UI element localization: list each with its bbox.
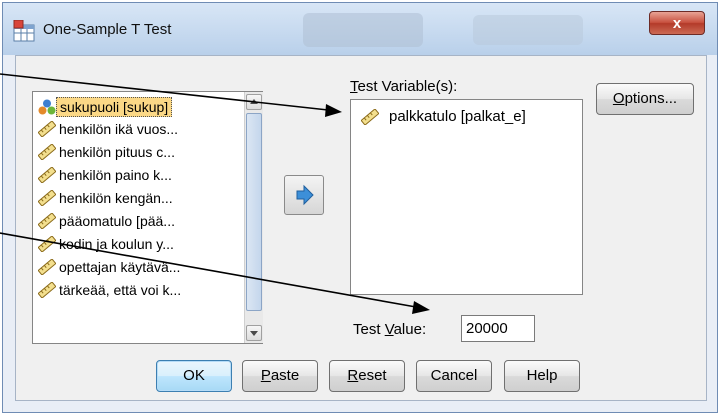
- spss-app-icon: [13, 20, 35, 42]
- list-item-label: kodin ja koulun y...: [59, 236, 174, 252]
- move-to-test-variables-button[interactable]: [284, 175, 324, 215]
- right-arrow-icon: [296, 184, 314, 206]
- list-item-label: henkilön pituus c...: [59, 144, 175, 160]
- reset-button[interactable]: Reset: [329, 360, 405, 392]
- window-title: One-Sample T Test: [43, 21, 172, 38]
- scale-ruler-icon: [38, 121, 56, 137]
- list-item-label: palkkatulo [palkat_e]: [389, 108, 526, 125]
- test-variables-list[interactable]: palkkatulo [palkat_e]: [350, 99, 583, 295]
- list-item[interactable]: kodin ja koulun y...: [35, 234, 245, 254]
- scale-ruler-icon: [38, 236, 56, 252]
- scale-ruler-icon: [38, 167, 56, 183]
- title-bar: One-Sample T Test x: [3, 3, 717, 55]
- chevron-up-icon: [250, 99, 258, 104]
- nominal-variable-icon: [38, 99, 56, 115]
- list-item-label: henkilön ikä vuos...: [59, 121, 179, 137]
- close-button[interactable]: x: [649, 11, 705, 35]
- source-variable-list[interactable]: sukupuoli [sukup] henkilön ikä vuos... h…: [32, 91, 263, 344]
- list-item-label: henkilön kengän...: [59, 190, 173, 206]
- variable-list-scrollbar[interactable]: [244, 92, 263, 343]
- list-item[interactable]: sukupuoli [sukup]: [35, 97, 245, 117]
- title-bar-glass: [473, 15, 583, 45]
- test-value-input[interactable]: 20000: [461, 315, 535, 342]
- paste-button[interactable]: Paste: [242, 360, 318, 392]
- scale-ruler-icon: [38, 259, 56, 275]
- scroll-up-button[interactable]: [246, 94, 262, 110]
- scroll-thumb[interactable]: [246, 113, 262, 311]
- ok-button[interactable]: OK: [156, 360, 232, 392]
- options-button[interactable]: Options...: [596, 83, 694, 115]
- scroll-down-button[interactable]: [246, 325, 262, 341]
- chevron-down-icon: [250, 331, 258, 336]
- list-item[interactable]: henkilön paino k...: [35, 165, 245, 185]
- help-button[interactable]: Help: [504, 360, 580, 392]
- scale-ruler-icon: [38, 190, 56, 206]
- title-bar-glass: [303, 13, 423, 47]
- scale-ruler-icon: [38, 144, 56, 160]
- list-item[interactable]: tärkeää, että voi k...: [35, 280, 245, 300]
- list-item[interactable]: opettajan käytävä...: [35, 257, 245, 277]
- scale-ruler-icon: [361, 109, 379, 125]
- list-item[interactable]: pääomatulo [pää...: [35, 211, 245, 231]
- list-item-label: opettajan käytävä...: [59, 259, 181, 275]
- scale-ruler-icon: [38, 213, 56, 229]
- list-item[interactable]: henkilön ikä vuos...: [35, 119, 245, 139]
- list-item[interactable]: henkilön pituus c...: [35, 142, 245, 162]
- scale-ruler-icon: [38, 282, 56, 298]
- test-value-label: Test Value:: [353, 321, 427, 338]
- list-item-label: tärkeää, että voi k...: [59, 282, 182, 298]
- cancel-button[interactable]: Cancel: [416, 360, 492, 392]
- list-item-label: henkilön paino k...: [59, 167, 172, 183]
- list-item[interactable]: henkilön kengän...: [35, 188, 245, 208]
- list-item-label: pääomatulo [pää...: [59, 213, 175, 229]
- test-variables-label: Test Variable(s):: [350, 78, 458, 95]
- list-item-label: sukupuoli [sukup]: [56, 97, 173, 117]
